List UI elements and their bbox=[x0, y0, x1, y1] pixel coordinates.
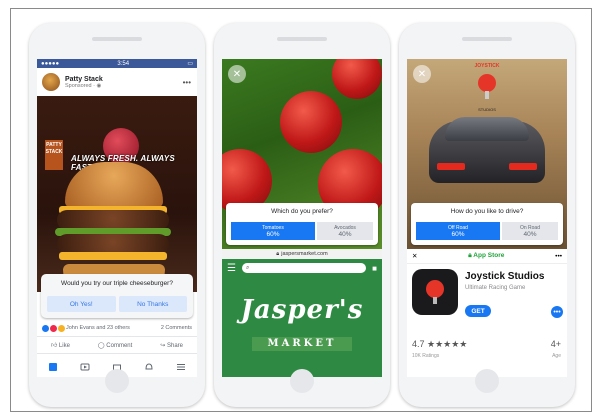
market-landing-page: ☰ ⌕ ■ Jasper's MARKET bbox=[222, 259, 382, 377]
comment-label: Comment bbox=[106, 342, 133, 349]
app-rating: 4.7 ★★★★★ bbox=[412, 339, 468, 349]
close-icon[interactable]: ✕ bbox=[412, 252, 417, 260]
comment-button[interactable]: ◯ Comment bbox=[98, 342, 132, 349]
more-button[interactable]: ••• bbox=[551, 306, 563, 318]
notifications-bell-icon[interactable] bbox=[144, 362, 154, 372]
poll-card: Would you try our triple cheeseburger? O… bbox=[41, 274, 193, 318]
post-actions: 👍︎ Like ◯ Comment ↪ Share bbox=[37, 336, 197, 354]
poll-question: Would you try our triple cheeseburger? bbox=[61, 280, 173, 287]
url-text: jaspersmarket.com bbox=[281, 251, 328, 257]
hamburger-menu-icon[interactable]: ☰ bbox=[227, 263, 236, 274]
app-subtitle: Ultimate Racing Game bbox=[465, 285, 526, 291]
phone-facebook-ad: ●●●●● 3:54 ▭ Patty Stack Sponsored · ◉ •… bbox=[29, 23, 205, 407]
app-listing: Joystick Studios Ultimate Racing Game GE… bbox=[407, 265, 567, 335]
news-feed-icon[interactable] bbox=[48, 362, 58, 372]
option-percent: 60% bbox=[266, 230, 280, 238]
tomato-graphic bbox=[280, 91, 342, 153]
option-percent: 60% bbox=[451, 230, 465, 238]
brand-badge: PATTY STACK bbox=[45, 140, 63, 170]
home-button[interactable] bbox=[105, 369, 129, 393]
age-label: Age bbox=[552, 353, 561, 359]
status-time: 3:54 bbox=[117, 60, 130, 67]
poll-option-off-road[interactable]: Off Road 60% bbox=[416, 222, 500, 240]
reactions-text[interactable]: John Evans and 23 others bbox=[66, 325, 130, 331]
car-taillight bbox=[509, 163, 537, 170]
status-bar: ●●●●● 3:54 ▭ bbox=[37, 59, 197, 68]
battery-icon: ▭ bbox=[187, 61, 193, 67]
url-bar[interactable]: 🔒︎ jaspersmarket.com bbox=[222, 249, 382, 259]
poll-option-on-road[interactable]: On Road 40% bbox=[502, 222, 558, 240]
age-rating: 4+ bbox=[550, 339, 561, 349]
status-carrier: ●●●●● bbox=[41, 60, 60, 67]
burger-patty bbox=[57, 210, 169, 230]
poll-option-no-button[interactable]: No Thanks bbox=[118, 296, 187, 312]
share-icon: ↪ bbox=[160, 342, 167, 349]
close-icon[interactable]: ✕ bbox=[228, 65, 246, 83]
home-button[interactable] bbox=[475, 369, 499, 393]
phone-screen: ●●●●● 3:54 ▭ Patty Stack Sponsored · ◉ •… bbox=[37, 59, 197, 377]
page-name[interactable]: Patty Stack bbox=[65, 76, 103, 83]
wow-reaction-icon bbox=[58, 324, 65, 332]
burger-patty bbox=[57, 234, 169, 254]
burger-cheese bbox=[59, 252, 167, 260]
figure-frame: ●●●●● 3:54 ▭ Patty Stack Sponsored · ◉ •… bbox=[10, 8, 592, 412]
menu-icon[interactable] bbox=[176, 362, 186, 372]
post-meta: John Evans and 23 others 2 Comments bbox=[37, 322, 197, 334]
thumbs-up-icon: 👍︎ bbox=[50, 343, 59, 349]
joystick-logo bbox=[478, 74, 496, 99]
page-avatar[interactable] bbox=[42, 73, 60, 91]
poll-card: Which do you prefer? Tomatoes 60% Avocad… bbox=[226, 203, 378, 245]
brand-logo-text: Jasper's bbox=[240, 295, 364, 325]
tomato-graphic bbox=[332, 59, 382, 99]
phone-screen: ✕ Which do you prefer? Tomatoes 60% Avoc… bbox=[222, 59, 382, 377]
love-reaction-icon bbox=[50, 324, 57, 332]
poll-question: Which do you prefer? bbox=[271, 208, 333, 215]
search-input[interactable]: ⌕ bbox=[241, 263, 367, 273]
video-icon[interactable] bbox=[80, 362, 90, 372]
more-options-icon[interactable]: ••• bbox=[183, 78, 191, 87]
like-label: Like bbox=[58, 343, 70, 349]
phone-speaker bbox=[462, 37, 512, 41]
globe-icon: ◉ bbox=[96, 82, 102, 89]
comments-count[interactable]: 2 Comments bbox=[161, 325, 192, 331]
ad-image[interactable]: PATTY STACK ALWAYS FRESH. ALWAYS FAST. bbox=[37, 96, 197, 292]
like-reaction-icon bbox=[42, 324, 49, 332]
site-header: ☰ ⌕ ■ bbox=[222, 259, 382, 277]
poll-option-tomatoes[interactable]: Tomatoes 60% bbox=[231, 222, 315, 240]
phone-market-ad: ✕ Which do you prefer? Tomatoes 60% Avoc… bbox=[214, 23, 390, 407]
poll-card: How do you like to drive? Off Road 60% O… bbox=[411, 203, 563, 245]
home-button[interactable] bbox=[290, 369, 314, 393]
phone-speaker bbox=[277, 37, 327, 41]
ratings-count: 10K Ratings bbox=[412, 353, 440, 359]
poll-option-avocados[interactable]: Avocados 40% bbox=[317, 222, 373, 240]
shopping-bag-icon[interactable]: ■ bbox=[372, 264, 377, 273]
lock-icon: 🔒︎ bbox=[276, 250, 280, 257]
option-percent: 40% bbox=[523, 230, 537, 238]
close-icon[interactable]: ✕ bbox=[413, 65, 431, 83]
logo-subtext: STUDIOS bbox=[478, 107, 496, 112]
get-button[interactable]: GET bbox=[465, 305, 491, 317]
post-header: Patty Stack Sponsored · ◉ ••• bbox=[37, 68, 197, 96]
appstore-header: ✕ 🔒︎ App Store ••• bbox=[407, 249, 567, 264]
share-label: Share bbox=[166, 342, 183, 349]
like-button[interactable]: 👍︎ Like bbox=[51, 341, 70, 349]
poll-question: How do you like to drive? bbox=[450, 208, 524, 215]
more-options-icon[interactable]: ••• bbox=[555, 253, 562, 260]
search-icon: ⌕ bbox=[245, 264, 250, 271]
share-button[interactable]: ↪ Share bbox=[160, 342, 183, 349]
brand-logo-subtext: MARKET bbox=[252, 337, 352, 351]
phone-appstore-ad: JOYSTICK STUDIOS ✕ How do you like to dr… bbox=[399, 23, 575, 407]
car-taillight bbox=[437, 163, 465, 170]
logo-text: JOYSTICK bbox=[474, 63, 500, 69]
phone-speaker bbox=[92, 37, 142, 41]
car-window bbox=[445, 117, 529, 141]
sponsored-label: Sponsored · bbox=[65, 82, 97, 89]
option-percent: 40% bbox=[338, 230, 352, 238]
app-icon[interactable] bbox=[412, 269, 458, 315]
appstore-title: App Store bbox=[473, 252, 505, 259]
poll-option-yes-button[interactable]: Oh Yes! bbox=[47, 296, 116, 312]
phone-screen: JOYSTICK STUDIOS ✕ How do you like to dr… bbox=[407, 59, 567, 377]
app-name: Joystick Studios bbox=[465, 271, 545, 282]
